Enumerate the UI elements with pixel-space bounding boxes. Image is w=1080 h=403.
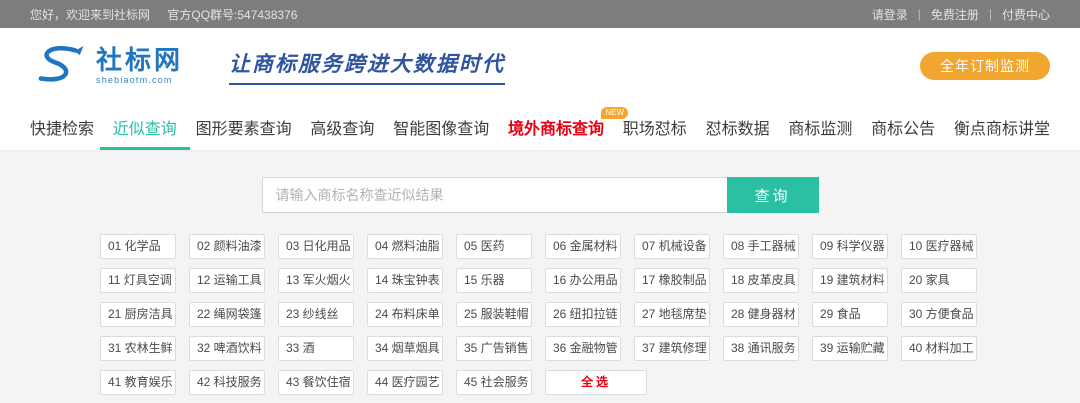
category-grid: 01 化学品 02 颜料油漆 03 日化用品 04 燃料油脂 05 医药 06 金属材料 0… <box>100 234 980 395</box>
search-input[interactable] <box>261 177 727 213</box>
category-button[interactable]: 31 农林生鲜 <box>100 336 176 361</box>
category-button[interactable]: 38 通讯服务 <box>723 336 799 361</box>
select-all-button[interactable]: 全选 <box>545 370 647 395</box>
category-button[interactable]: 21 厨房洁具 <box>100 302 176 327</box>
category-button[interactable]: 10 医疗器械 <box>901 234 977 259</box>
nav-trademark-lecture[interactable]: 衡点商标讲堂 <box>954 104 1050 150</box>
category-button[interactable]: 45 社会服务 <box>456 370 532 395</box>
pay-center-link[interactable]: 付费中心 <box>1002 6 1050 23</box>
nav-item-label: 智能图像查询 <box>393 121 490 138</box>
category-button[interactable]: 11 灯具空调 <box>100 268 176 293</box>
nav-item-label: 职场怼标 <box>622 121 687 138</box>
greeting-text: 您好，欢迎来到社标网 <box>30 7 151 22</box>
nav-workplace-duibiao[interactable]: 职场怼标 <box>623 104 687 150</box>
nav-item-label: 快捷检索 <box>30 121 95 138</box>
category-button[interactable]: 28 健身器材 <box>723 302 799 327</box>
main-nav: 快捷检索 近似查询 图形要素查询 高级查询 智能图像查询 境外商标查询 NEW … <box>0 104 1080 151</box>
nav-item-label: 怼标数据 <box>705 121 770 138</box>
logo-name: 社标网 <box>96 45 184 75</box>
nav-trademark-gazette[interactable]: 商标公告 <box>871 104 935 150</box>
category-button[interactable]: 14 珠宝钟表 <box>367 268 443 293</box>
divider: | <box>988 7 992 21</box>
category-button[interactable]: 17 橡胶制品 <box>634 268 710 293</box>
nav-overseas-trademark-search[interactable]: 境外商标查询 NEW <box>507 104 628 150</box>
category-button[interactable]: 03 日化用品 <box>278 234 354 259</box>
topbar: 您好，欢迎来到社标网 官方QQ群号:547438376 请登录 | 免费注册 | 付费中… <box>0 0 1080 28</box>
category-button[interactable]: 08 手工器械 <box>723 234 799 259</box>
category-button[interactable]: 41 教育娱乐 <box>100 370 176 395</box>
category-button[interactable]: 43 餐饮住宿 <box>278 370 354 395</box>
register-link[interactable]: 免费注册 <box>931 6 979 23</box>
nav-item-label: 衡点商标讲堂 <box>953 121 1050 138</box>
category-button[interactable]: 02 颜料油漆 <box>189 234 265 259</box>
nav-similar-search[interactable]: 近似查询 <box>99 104 190 150</box>
category-button[interactable]: 24 布料床单 <box>367 302 443 327</box>
topbar-links: 请登录 | 免费注册 | 付费中心 <box>872 6 1050 23</box>
nav-item-label: 图形要素查询 <box>195 121 292 138</box>
category-button[interactable]: 06 金属材料 <box>545 234 621 259</box>
main-content: 查询 01 化学品 02 颜料油漆 03 日化用品 04 燃料油脂 05 医药 06 金属… <box>0 151 1080 403</box>
search-bar: 查询 <box>261 177 819 213</box>
category-button[interactable]: 40 材料加工 <box>901 336 977 361</box>
header: 社标网 shebiaotm.com 让商标服务跨进大数据时代 全年订制监测 <box>0 28 1080 104</box>
divider: | <box>917 7 921 21</box>
category-button[interactable]: 13 军火烟火 <box>278 268 354 293</box>
nav-item-label: 高级查询 <box>310 121 375 138</box>
category-button[interactable]: 18 皮革皮具 <box>723 268 799 293</box>
category-button[interactable]: 16 办公用品 <box>545 268 621 293</box>
site-logo[interactable]: 社标网 shebiaotm.com <box>30 42 183 91</box>
annual-monitor-button[interactable]: 全年订制监测 <box>920 52 1050 80</box>
nav-smart-image-search[interactable]: 智能图像查询 <box>393 104 489 150</box>
category-button[interactable]: 25 服装鞋帽 <box>456 302 532 327</box>
qq-group-text: 官方QQ群号:547438376 <box>167 7 298 22</box>
nav-advanced-search[interactable]: 高级查询 <box>310 104 374 150</box>
search-button[interactable]: 查询 <box>726 177 819 213</box>
topbar-welcome: 您好，欢迎来到社标网 官方QQ群号:547438376 <box>30 6 311 23</box>
category-button[interactable]: 42 科技服务 <box>189 370 265 395</box>
category-button[interactable]: 01 化学品 <box>100 234 176 259</box>
category-button[interactable]: 22 绳网袋篷 <box>189 302 265 327</box>
logo-domain: shebiaotm.com <box>96 75 173 85</box>
category-button[interactable]: 34 烟草烟具 <box>367 336 443 361</box>
nav-trademark-monitor[interactable]: 商标监测 <box>788 104 852 150</box>
nav-item-label: 商标公告 <box>871 121 936 138</box>
category-button[interactable]: 27 地毯席垫 <box>634 302 710 327</box>
category-button[interactable]: 15 乐器 <box>456 268 532 293</box>
category-button[interactable]: 04 燃料油脂 <box>367 234 443 259</box>
category-button[interactable]: 12 运输工具 <box>189 268 265 293</box>
category-button[interactable]: 26 纽扣拉链 <box>545 302 621 327</box>
nav-item-label: 境外商标查询 <box>507 121 604 138</box>
category-button[interactable]: 30 方便食品 <box>901 302 977 327</box>
category-button[interactable]: 05 医药 <box>456 234 532 259</box>
nav-figurative-element-search[interactable]: 图形要素查询 <box>196 104 292 150</box>
category-button[interactable]: 20 家具 <box>901 268 977 293</box>
nav-item-label: 近似查询 <box>112 121 177 138</box>
nav-quick-search[interactable]: 快捷检索 <box>30 104 94 150</box>
category-button[interactable]: 36 金融物管 <box>545 336 621 361</box>
category-button[interactable]: 07 机械设备 <box>634 234 710 259</box>
dragon-s-logo-icon <box>30 42 88 91</box>
category-button[interactable]: 33 酒 <box>278 336 354 361</box>
category-button[interactable]: 23 纱线丝 <box>278 302 354 327</box>
category-button[interactable]: 37 建筑修理 <box>634 336 710 361</box>
nav-duibiao-data[interactable]: 怼标数据 <box>706 104 770 150</box>
nav-item-label: 商标监测 <box>788 121 853 138</box>
category-button[interactable]: 39 运输贮藏 <box>812 336 888 361</box>
category-button[interactable]: 32 啤酒饮料 <box>189 336 265 361</box>
category-button[interactable]: 44 医疗园艺 <box>367 370 443 395</box>
category-button[interactable]: 19 建筑材料 <box>812 268 888 293</box>
slogan-text: 让商标服务跨进大数据时代 <box>229 48 506 85</box>
category-button[interactable]: 35 广告销售 <box>456 336 532 361</box>
category-button[interactable]: 09 科学仪器 <box>812 234 888 259</box>
category-button[interactable]: 29 食品 <box>812 302 888 327</box>
login-link[interactable]: 请登录 <box>872 6 908 23</box>
